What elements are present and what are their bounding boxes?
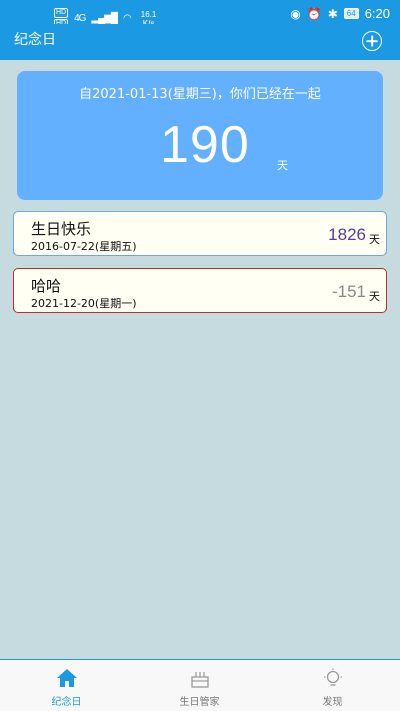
bottom-nav: 纪念日 生日管家 发现	[0, 659, 400, 711]
event-card-haha[interactable]: 哈哈 2021-12-20(星期一) -151 天	[13, 268, 387, 313]
home-icon	[56, 669, 77, 687]
status-right: ◉ ⏰ ✱ 64 6:20	[290, 6, 390, 21]
nav-birthday-manager[interactable]: 生日管家	[133, 660, 266, 711]
together-card[interactable]: 自2021-01-13(星期三)，你们已经在一起 190 天	[17, 71, 383, 200]
event-name: 哈哈	[31, 277, 62, 295]
signal-icon: ▂▄▆█	[91, 13, 118, 24]
network-label: 4G	[74, 13, 86, 24]
nav-label: 发现	[322, 697, 343, 708]
app-bar: 纪念日	[0, 24, 400, 60]
nav-anniversary[interactable]: 纪念日	[0, 660, 133, 711]
cake-icon	[190, 672, 209, 688]
event-day-count: -151	[331, 282, 366, 301]
event-day-count: 1826	[328, 225, 366, 244]
event-date: 2021-12-20(星期一)	[31, 297, 137, 310]
event-date: 2016-07-22(星期五)	[31, 240, 137, 253]
event-card-birthday[interactable]: 生日快乐 2016-07-22(星期五) 1826 天	[13, 211, 387, 256]
event-day-unit: 天	[369, 233, 380, 246]
add-button[interactable]	[362, 31, 382, 51]
app-root: HD HD 4G ▂▄▆█ ◠ 16.1 K/s ◉ ⏰ ✱ 64 6:20 纪…	[0, 0, 400, 711]
status-bar: HD HD 4G ▂▄▆█ ◠ 16.1 K/s ◉ ⏰ ✱ 64 6:20	[0, 0, 400, 29]
speed-value: 16.1	[140, 9, 157, 19]
bluetooth-icon: ✱	[327, 6, 338, 21]
lightbulb-icon	[323, 668, 342, 686]
nav-label: 生日管家	[179, 697, 220, 708]
alarm-icon: ⏰	[306, 6, 322, 21]
sim1-badge: HD	[54, 8, 69, 18]
battery-indicator: 64	[343, 8, 359, 19]
together-unit: 天	[277, 159, 288, 172]
eye-icon: ◉	[290, 6, 301, 21]
together-days: 190	[160, 116, 250, 174]
event-name: 生日快乐	[31, 220, 92, 238]
page-title: 纪念日	[14, 32, 56, 48]
together-text: 自2021-01-13(星期三)，你们已经在一起	[79, 87, 321, 102]
event-day-unit: 天	[369, 290, 380, 303]
nav-discover[interactable]: 发现	[266, 660, 399, 711]
nav-label: 纪念日	[51, 697, 82, 708]
clock: 6:20	[364, 6, 390, 21]
wifi-icon: ◠	[123, 13, 132, 24]
